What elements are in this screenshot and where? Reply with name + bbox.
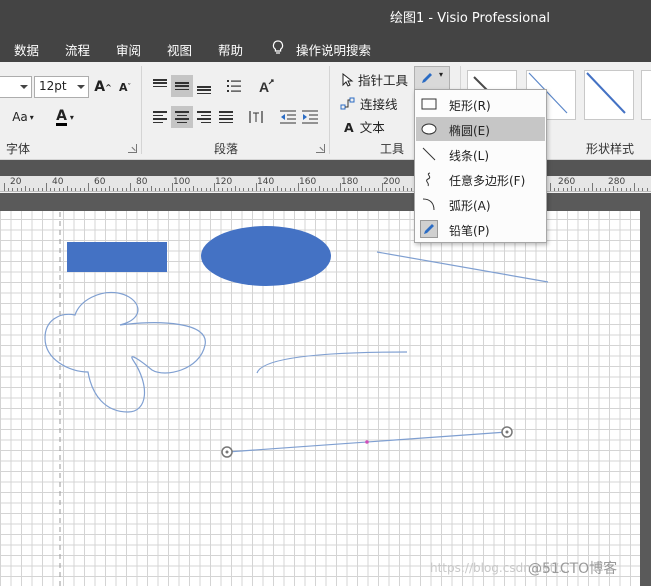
ellipse-icon xyxy=(421,123,437,135)
arc-shape[interactable] xyxy=(256,351,408,374)
menu-item-label: 铅笔(P) xyxy=(449,224,490,238)
rectangle-icon xyxy=(421,98,437,110)
menu-item-arc[interactable]: 弧形(A) xyxy=(416,192,545,216)
menu-item-line[interactable]: 线条(L) xyxy=(416,142,545,166)
freeform-icon xyxy=(426,172,431,187)
menu-item-rectangle[interactable]: 矩形(R) xyxy=(416,92,545,116)
menu-item-label: 椭圆(E) xyxy=(449,124,490,138)
menu-item-label: 任意多边形(F) xyxy=(449,174,526,188)
drawing-tools-menu: 矩形(R) 椭圆(E) 线条(L) 任意多边形(F) 弧形(A) 铅笔(P) xyxy=(414,89,547,243)
visio-window: 绘图1 - Visio Professional 数据 流程 审阅 视图 帮助 … xyxy=(0,0,651,586)
drawing-layer xyxy=(44,212,549,586)
arc-icon xyxy=(422,198,435,211)
menu-item-label: 矩形(R) xyxy=(449,99,491,113)
watermark-text: @51CTO博客 xyxy=(528,561,618,577)
menu-item-label: 弧形(A) xyxy=(449,199,491,213)
menu-item-ellipse[interactable]: 椭圆(E) xyxy=(416,117,545,141)
handle-dot xyxy=(505,430,509,434)
line-icon xyxy=(422,147,436,161)
line-midpoint-handle[interactable] xyxy=(365,440,369,444)
pencil-icon xyxy=(420,220,438,238)
menu-item-pencil[interactable]: 铅笔(P) xyxy=(416,217,545,241)
line-shape[interactable] xyxy=(376,251,549,283)
rectangle-shape[interactable] xyxy=(67,242,167,272)
handle-dot xyxy=(225,450,229,454)
ellipse-shape[interactable] xyxy=(201,226,331,286)
menu-item-label: 线条(L) xyxy=(449,149,490,163)
freeform-shape[interactable] xyxy=(44,291,206,413)
menu-item-freeform[interactable]: 任意多边形(F) xyxy=(416,167,545,191)
